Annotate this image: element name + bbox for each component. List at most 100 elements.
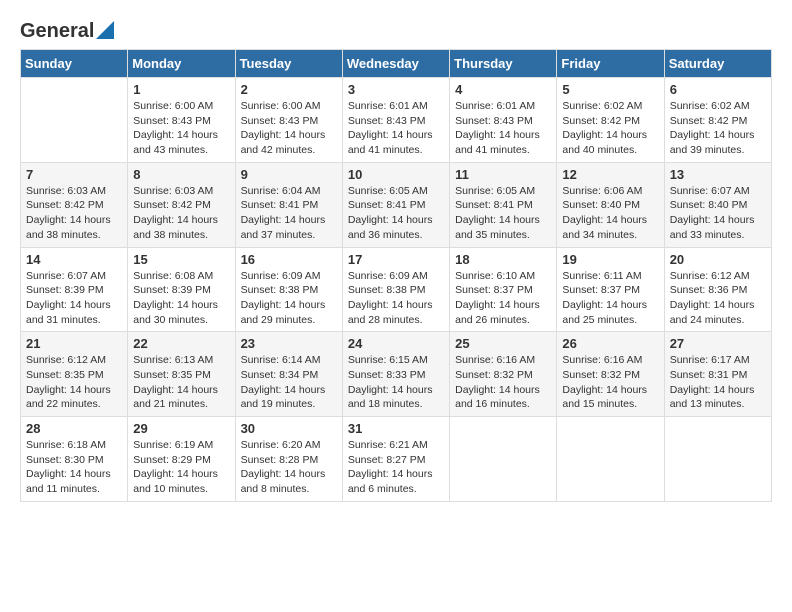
day-info: Sunrise: 6:16 AM Sunset: 8:32 PM Dayligh… bbox=[562, 353, 658, 412]
logo: General bbox=[20, 20, 114, 39]
calendar-cell: 16 Sunrise: 6:09 AM Sunset: 8:38 PM Dayli… bbox=[235, 247, 342, 332]
day-number: 9 bbox=[241, 167, 337, 182]
calendar-cell: 4 Sunrise: 6:01 AM Sunset: 8:43 PM Daylig… bbox=[450, 78, 557, 163]
calendar-cell: 24 Sunrise: 6:15 AM Sunset: 8:33 PM Dayli… bbox=[342, 332, 449, 417]
day-info: Sunrise: 6:03 AM Sunset: 8:42 PM Dayligh… bbox=[133, 184, 229, 243]
day-number: 3 bbox=[348, 82, 444, 97]
calendar-cell: 25Sunrise: 6:16 AM Sunset: 8:32 PM Dayli… bbox=[450, 332, 557, 417]
day-info: Sunrise: 6:06 AM Sunset: 8:40 PM Dayligh… bbox=[562, 184, 658, 243]
calendar-cell: 6 Sunrise: 6:02 AM Sunset: 8:42 PM Daylig… bbox=[664, 78, 771, 163]
day-info: Sunrise: 6:01 AM Sunset: 8:43 PM Dayligh… bbox=[455, 99, 551, 158]
calendar-cell: 14 Sunrise: 6:07 AM Sunset: 8:39 PM Dayli… bbox=[21, 247, 128, 332]
day-info: Sunrise: 6:19 AM Sunset: 8:29 PM Dayligh… bbox=[133, 438, 229, 497]
logo-line-1: General bbox=[20, 20, 114, 43]
day-number: 11 bbox=[455, 167, 551, 182]
calendar-header-row: SundayMondayTuesdayWednesdayThursdayFrid… bbox=[21, 50, 772, 78]
calendar-cell bbox=[450, 417, 557, 502]
day-info: Sunrise: 6:01 AM Sunset: 8:43 PM Dayligh… bbox=[348, 99, 444, 158]
calendar-cell: 11Sunrise: 6:05 AM Sunset: 8:41 PM Dayli… bbox=[450, 162, 557, 247]
day-number: 7 bbox=[26, 167, 122, 182]
day-info: Sunrise: 6:07 AM Sunset: 8:40 PM Dayligh… bbox=[670, 184, 766, 243]
day-number: 25 bbox=[455, 336, 551, 351]
calendar-cell: 9 Sunrise: 6:04 AM Sunset: 8:41 PM Daylig… bbox=[235, 162, 342, 247]
calendar-cell: 12 Sunrise: 6:06 AM Sunset: 8:40 PM Dayli… bbox=[557, 162, 664, 247]
calendar-week-row: 21 Sunrise: 6:12 AM Sunset: 8:35 PM Dayli… bbox=[21, 332, 772, 417]
day-number: 22 bbox=[133, 336, 229, 351]
calendar-header-friday: Friday bbox=[557, 50, 664, 78]
calendar-cell: 26 Sunrise: 6:16 AM Sunset: 8:32 PM Dayli… bbox=[557, 332, 664, 417]
day-number: 27 bbox=[670, 336, 766, 351]
day-info: Sunrise: 6:03 AM Sunset: 8:42 PM Dayligh… bbox=[26, 184, 122, 243]
calendar-header-thursday: Thursday bbox=[450, 50, 557, 78]
day-number: 19 bbox=[562, 252, 658, 267]
calendar-cell: 19Sunrise: 6:11 AM Sunset: 8:37 PM Dayli… bbox=[557, 247, 664, 332]
day-number: 29 bbox=[133, 421, 229, 436]
day-info: Sunrise: 6:00 AM Sunset: 8:43 PM Dayligh… bbox=[133, 99, 229, 158]
calendar-cell: 30 Sunrise: 6:20 AM Sunset: 8:28 PM Dayli… bbox=[235, 417, 342, 502]
day-info: Sunrise: 6:08 AM Sunset: 8:39 PM Dayligh… bbox=[133, 269, 229, 328]
calendar-header-monday: Monday bbox=[128, 50, 235, 78]
calendar-cell: 31 Sunrise: 6:21 AM Sunset: 8:27 PM Dayli… bbox=[342, 417, 449, 502]
day-number: 23 bbox=[241, 336, 337, 351]
day-number: 6 bbox=[670, 82, 766, 97]
calendar-cell: 29 Sunrise: 6:19 AM Sunset: 8:29 PM Dayli… bbox=[128, 417, 235, 502]
day-info: Sunrise: 6:02 AM Sunset: 8:42 PM Dayligh… bbox=[670, 99, 766, 158]
day-info: Sunrise: 6:09 AM Sunset: 8:38 PM Dayligh… bbox=[348, 269, 444, 328]
calendar-cell: 22 Sunrise: 6:13 AM Sunset: 8:35 PM Dayli… bbox=[128, 332, 235, 417]
day-number: 13 bbox=[670, 167, 766, 182]
calendar-cell: 20Sunrise: 6:12 AM Sunset: 8:36 PM Dayli… bbox=[664, 247, 771, 332]
day-info: Sunrise: 6:09 AM Sunset: 8:38 PM Dayligh… bbox=[241, 269, 337, 328]
header: General bbox=[20, 20, 772, 39]
day-info: Sunrise: 6:15 AM Sunset: 8:33 PM Dayligh… bbox=[348, 353, 444, 412]
day-number: 28 bbox=[26, 421, 122, 436]
calendar-table: SundayMondayTuesdayWednesdayThursdayFrid… bbox=[20, 49, 772, 502]
day-info: Sunrise: 6:04 AM Sunset: 8:41 PM Dayligh… bbox=[241, 184, 337, 243]
day-number: 31 bbox=[348, 421, 444, 436]
day-info: Sunrise: 6:21 AM Sunset: 8:27 PM Dayligh… bbox=[348, 438, 444, 497]
day-info: Sunrise: 6:00 AM Sunset: 8:43 PM Dayligh… bbox=[241, 99, 337, 158]
day-number: 16 bbox=[241, 252, 337, 267]
day-number: 15 bbox=[133, 252, 229, 267]
calendar-cell bbox=[557, 417, 664, 502]
day-info: Sunrise: 6:17 AM Sunset: 8:31 PM Dayligh… bbox=[670, 353, 766, 412]
calendar-cell: 17 Sunrise: 6:09 AM Sunset: 8:38 PM Dayli… bbox=[342, 247, 449, 332]
day-number: 26 bbox=[562, 336, 658, 351]
calendar-week-row: 28 Sunrise: 6:18 AM Sunset: 8:30 PM Dayli… bbox=[21, 417, 772, 502]
day-number: 2 bbox=[241, 82, 337, 97]
day-info: Sunrise: 6:12 AM Sunset: 8:35 PM Dayligh… bbox=[26, 353, 122, 412]
day-info: Sunrise: 6:10 AM Sunset: 8:37 PM Dayligh… bbox=[455, 269, 551, 328]
calendar-cell: 2 Sunrise: 6:00 AM Sunset: 8:43 PM Daylig… bbox=[235, 78, 342, 163]
calendar-header-sunday: Sunday bbox=[21, 50, 128, 78]
day-info: Sunrise: 6:07 AM Sunset: 8:39 PM Dayligh… bbox=[26, 269, 122, 328]
calendar-cell: 18 Sunrise: 6:10 AM Sunset: 8:37 PM Dayli… bbox=[450, 247, 557, 332]
calendar-header-saturday: Saturday bbox=[664, 50, 771, 78]
calendar-header-tuesday: Tuesday bbox=[235, 50, 342, 78]
logo-triangle-icon bbox=[96, 21, 114, 39]
day-info: Sunrise: 6:18 AM Sunset: 8:30 PM Dayligh… bbox=[26, 438, 122, 497]
day-number: 10 bbox=[348, 167, 444, 182]
day-number: 12 bbox=[562, 167, 658, 182]
logo-general-text: General bbox=[20, 20, 94, 43]
day-info: Sunrise: 6:12 AM Sunset: 8:36 PM Dayligh… bbox=[670, 269, 766, 328]
day-number: 24 bbox=[348, 336, 444, 351]
calendar-week-row: 1 Sunrise: 6:00 AM Sunset: 8:43 PM Daylig… bbox=[21, 78, 772, 163]
day-number: 30 bbox=[241, 421, 337, 436]
day-number: 21 bbox=[26, 336, 122, 351]
calendar-cell: 8Sunrise: 6:03 AM Sunset: 8:42 PM Daylig… bbox=[128, 162, 235, 247]
calendar-week-row: 14 Sunrise: 6:07 AM Sunset: 8:39 PM Dayli… bbox=[21, 247, 772, 332]
day-number: 18 bbox=[455, 252, 551, 267]
calendar-cell bbox=[664, 417, 771, 502]
day-number: 17 bbox=[348, 252, 444, 267]
day-number: 1 bbox=[133, 82, 229, 97]
day-number: 14 bbox=[26, 252, 122, 267]
calendar-cell: 10Sunrise: 6:05 AM Sunset: 8:41 PM Dayli… bbox=[342, 162, 449, 247]
day-info: Sunrise: 6:13 AM Sunset: 8:35 PM Dayligh… bbox=[133, 353, 229, 412]
calendar-cell: 5Sunrise: 6:02 AM Sunset: 8:42 PM Daylig… bbox=[557, 78, 664, 163]
calendar-cell: 21 Sunrise: 6:12 AM Sunset: 8:35 PM Dayli… bbox=[21, 332, 128, 417]
day-info: Sunrise: 6:14 AM Sunset: 8:34 PM Dayligh… bbox=[241, 353, 337, 412]
calendar-cell: 3 Sunrise: 6:01 AM Sunset: 8:43 PM Daylig… bbox=[342, 78, 449, 163]
day-info: Sunrise: 6:20 AM Sunset: 8:28 PM Dayligh… bbox=[241, 438, 337, 497]
calendar-cell: 23 Sunrise: 6:14 AM Sunset: 8:34 PM Dayli… bbox=[235, 332, 342, 417]
day-number: 4 bbox=[455, 82, 551, 97]
calendar-cell: 13 Sunrise: 6:07 AM Sunset: 8:40 PM Dayli… bbox=[664, 162, 771, 247]
